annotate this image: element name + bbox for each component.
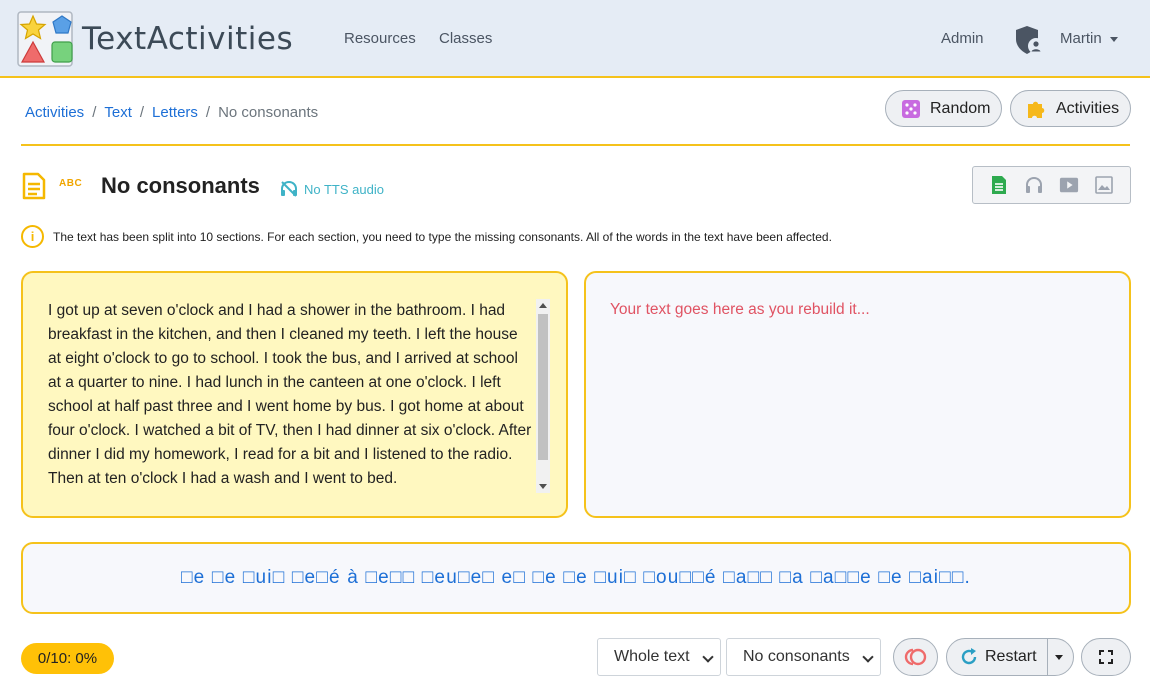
- puzzle-panel[interactable]: □e □e □ui□ □e□é à □e□□ □eu□e□ e□ □e □e □…: [21, 542, 1131, 614]
- breadcrumb-separator: /: [139, 104, 145, 121]
- random-label: Random: [930, 99, 991, 117]
- scrollbar[interactable]: [536, 299, 550, 493]
- abc-badge: ABC: [59, 178, 83, 189]
- reset-rings-button[interactable]: [893, 638, 938, 676]
- headphones-off-icon: [280, 180, 298, 198]
- view-mode-toolbar: [972, 166, 1131, 204]
- source-text: I got up at seven o'clock and I had a sh…: [48, 302, 532, 487]
- top-navbar: TextActivities Resources Classes Admin M…: [0, 0, 1150, 78]
- activities-button[interactable]: Activities: [1010, 90, 1131, 127]
- restart-label: Restart: [985, 648, 1037, 665]
- audio-mode-icon[interactable]: [1024, 175, 1044, 195]
- mode-select[interactable]: No consonants: [726, 638, 881, 676]
- user-menu[interactable]: Martin: [1060, 30, 1118, 47]
- activities-label: Activities: [1056, 99, 1120, 117]
- breadcrumb-text[interactable]: Text: [104, 104, 132, 121]
- fullscreen-button[interactable]: [1081, 638, 1131, 676]
- video-mode-icon[interactable]: [1059, 175, 1079, 195]
- info-icon: i: [21, 225, 44, 248]
- chevron-down-icon: [702, 651, 714, 663]
- puzzle-icon: [1025, 97, 1049, 121]
- chevron-down-icon: [1109, 36, 1118, 42]
- breadcrumb-separator: /: [92, 104, 97, 121]
- scroll-up-arrow-icon[interactable]: [539, 303, 547, 308]
- chevron-down-icon: [862, 651, 874, 663]
- puzzle-text: □e □e □ui□ □e□é à □e□□ □eu□e□ e□ □e □e □…: [181, 567, 971, 588]
- nav-link-classes[interactable]: Classes: [439, 30, 492, 47]
- dice-icon: [900, 98, 922, 120]
- rings-icon: [903, 647, 929, 667]
- rebuild-placeholder: Your text goes here as you rebuild it...: [610, 301, 870, 318]
- scroll-down-arrow-icon[interactable]: [539, 484, 547, 489]
- fullscreen-icon: [1099, 650, 1113, 664]
- scope-select[interactable]: Whole text: [597, 638, 721, 676]
- instructions: The text has been split into 10 sections…: [53, 230, 832, 244]
- scope-select-value: Whole text: [614, 648, 690, 665]
- random-button[interactable]: Random: [885, 90, 1002, 127]
- document-icon: [21, 172, 47, 200]
- breadcrumb: Activities / Text / Letters / No consona…: [25, 104, 318, 121]
- mode-select-value: No consonants: [743, 648, 850, 665]
- user-shield-icon[interactable]: [1014, 24, 1046, 56]
- text-mode-icon[interactable]: [989, 175, 1009, 195]
- scrollbar-thumb[interactable]: [538, 314, 548, 460]
- image-mode-icon[interactable]: [1094, 175, 1114, 195]
- brand-logo-icon: [16, 10, 74, 68]
- user-name: Martin: [1060, 30, 1102, 47]
- breadcrumb-separator: /: [205, 104, 211, 121]
- restart-button-group[interactable]: Restart: [946, 638, 1074, 676]
- breadcrumb-letters[interactable]: Letters: [152, 104, 198, 121]
- page-title: No consonants: [101, 173, 260, 198]
- score-badge: 0/10: 0%: [21, 643, 114, 674]
- nav-link-admin[interactable]: Admin: [941, 30, 984, 47]
- refresh-icon: [959, 647, 979, 667]
- restart-button[interactable]: Restart: [947, 639, 1047, 675]
- tts-status: No TTS audio: [304, 182, 384, 197]
- chevron-down-icon[interactable]: [1055, 655, 1063, 660]
- breadcrumb-activities[interactable]: Activities: [25, 104, 84, 121]
- rebuild-text-panel[interactable]: Your text goes here as you rebuild it...: [584, 271, 1131, 518]
- nav-link-resources[interactable]: Resources: [344, 30, 416, 47]
- split-divider: [1047, 639, 1048, 675]
- brand[interactable]: TextActivities: [16, 10, 293, 68]
- divider: [21, 144, 1130, 146]
- breadcrumb-current: No consonants: [218, 104, 319, 121]
- source-text-panel: I got up at seven o'clock and I had a sh…: [21, 271, 568, 518]
- brand-name: TextActivities: [82, 21, 294, 57]
